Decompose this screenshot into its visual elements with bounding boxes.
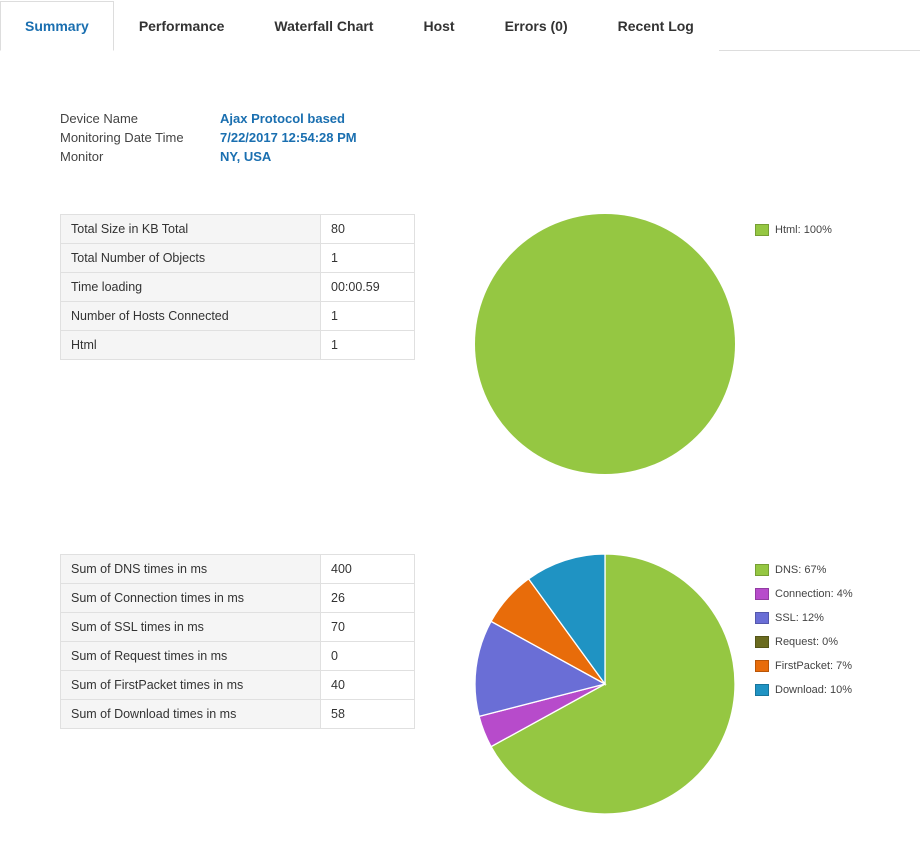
table-cell-value: 1: [321, 331, 415, 360]
table-row: Html1: [61, 331, 415, 360]
meta-label: Device Name: [60, 111, 220, 126]
table-cell-value: 00:00.59: [321, 273, 415, 302]
legend-swatch: [755, 224, 769, 236]
legend-swatch: [755, 564, 769, 576]
tab-waterfall[interactable]: Waterfall Chart: [249, 1, 398, 51]
meta-value: NY, USA: [220, 149, 271, 164]
timings-pie-chart: [475, 554, 735, 814]
tab-performance[interactable]: Performance: [114, 1, 250, 51]
objects-legend: Html: 100%: [755, 224, 832, 248]
table-cell-label: Number of Hosts Connected: [61, 302, 321, 331]
timings-legend: DNS: 67% Connection: 4% SSL: 12% Request: 0…: [755, 564, 853, 708]
table-cell-label: Sum of DNS times in ms: [61, 555, 321, 584]
table-cell-label: Sum of SSL times in ms: [61, 613, 321, 642]
table-row: Sum of DNS times in ms400: [61, 555, 415, 584]
table-cell-value: 40: [321, 671, 415, 700]
meta-info: Device Name Ajax Protocol based Monitori…: [60, 111, 860, 164]
tab-bar: Summary Performance Waterfall Chart Host…: [0, 0, 920, 51]
legend-swatch: [755, 660, 769, 672]
table-cell-value: 400: [321, 555, 415, 584]
legend-label: Download: 10%: [775, 684, 852, 696]
legend-item: DNS: 67%: [755, 564, 853, 576]
table-cell-value: 80: [321, 215, 415, 244]
legend-label: SSL: 12%: [775, 612, 824, 624]
objects-pie-chart: [475, 214, 735, 474]
legend-swatch: [755, 588, 769, 600]
table-cell-label: Time loading: [61, 273, 321, 302]
legend-item: Connection: 4%: [755, 588, 853, 600]
table-cell-value: 1: [321, 244, 415, 273]
table-cell-label: Total Size in KB Total: [61, 215, 321, 244]
table-row: Sum of FirstPacket times in ms40: [61, 671, 415, 700]
legend-label: Connection: 4%: [775, 588, 853, 600]
tab-host[interactable]: Host: [398, 1, 479, 51]
legend-swatch: [755, 684, 769, 696]
table-cell-label: Sum of Download times in ms: [61, 700, 321, 729]
tab-errors[interactable]: Errors (0): [480, 1, 593, 51]
table-cell-label: Sum of FirstPacket times in ms: [61, 671, 321, 700]
table-cell-label: Sum of Request times in ms: [61, 642, 321, 671]
legend-item: FirstPacket: 7%: [755, 660, 853, 672]
legend-swatch: [755, 636, 769, 648]
objects-table: Total Size in KB Total80 Total Number of…: [60, 214, 415, 360]
meta-label: Monitor: [60, 149, 220, 164]
table-row: Number of Hosts Connected1: [61, 302, 415, 331]
legend-label: DNS: 67%: [775, 564, 826, 576]
table-row: Time loading00:00.59: [61, 273, 415, 302]
legend-item: SSL: 12%: [755, 612, 853, 624]
table-row: Sum of SSL times in ms70: [61, 613, 415, 642]
table-row: Sum of Request times in ms0: [61, 642, 415, 671]
table-row: Total Size in KB Total80: [61, 215, 415, 244]
legend-item: Html: 100%: [755, 224, 832, 236]
table-row: Sum of Download times in ms58: [61, 700, 415, 729]
meta-row-datetime: Monitoring Date Time 7/22/2017 12:54:28 …: [60, 130, 860, 145]
tab-summary[interactable]: Summary: [0, 1, 114, 51]
timings-table: Sum of DNS times in ms400 Sum of Connect…: [60, 554, 415, 729]
legend-item: Download: 10%: [755, 684, 853, 696]
meta-value: 7/22/2017 12:54:28 PM: [220, 130, 357, 145]
legend-item: Request: 0%: [755, 636, 853, 648]
legend-label: Html: 100%: [775, 224, 832, 236]
meta-row-device: Device Name Ajax Protocol based: [60, 111, 860, 126]
table-cell-value: 70: [321, 613, 415, 642]
legend-label: Request: 0%: [775, 636, 838, 648]
meta-value: Ajax Protocol based: [220, 111, 345, 126]
objects-chart-area: Html: 100%: [415, 214, 860, 474]
tab-recent-log[interactable]: Recent Log: [593, 1, 719, 51]
meta-row-monitor: Monitor NY, USA: [60, 149, 860, 164]
table-cell-label: Html: [61, 331, 321, 360]
table-row: Sum of Connection times in ms26: [61, 584, 415, 613]
section-timings: Sum of DNS times in ms400 Sum of Connect…: [60, 554, 860, 814]
legend-swatch: [755, 612, 769, 624]
section-objects: Total Size in KB Total80 Total Number of…: [60, 214, 860, 474]
table-cell-value: 58: [321, 700, 415, 729]
legend-label: FirstPacket: 7%: [775, 660, 852, 672]
table-cell-value: 1: [321, 302, 415, 331]
timings-chart-area: DNS: 67% Connection: 4% SSL: 12% Request: 0…: [415, 554, 860, 814]
table-cell-label: Total Number of Objects: [61, 244, 321, 273]
table-cell-value: 0: [321, 642, 415, 671]
table-cell-label: Sum of Connection times in ms: [61, 584, 321, 613]
summary-content: Device Name Ajax Protocol based Monitori…: [0, 51, 920, 854]
table-cell-value: 26: [321, 584, 415, 613]
meta-label: Monitoring Date Time: [60, 130, 220, 145]
table-row: Total Number of Objects1: [61, 244, 415, 273]
